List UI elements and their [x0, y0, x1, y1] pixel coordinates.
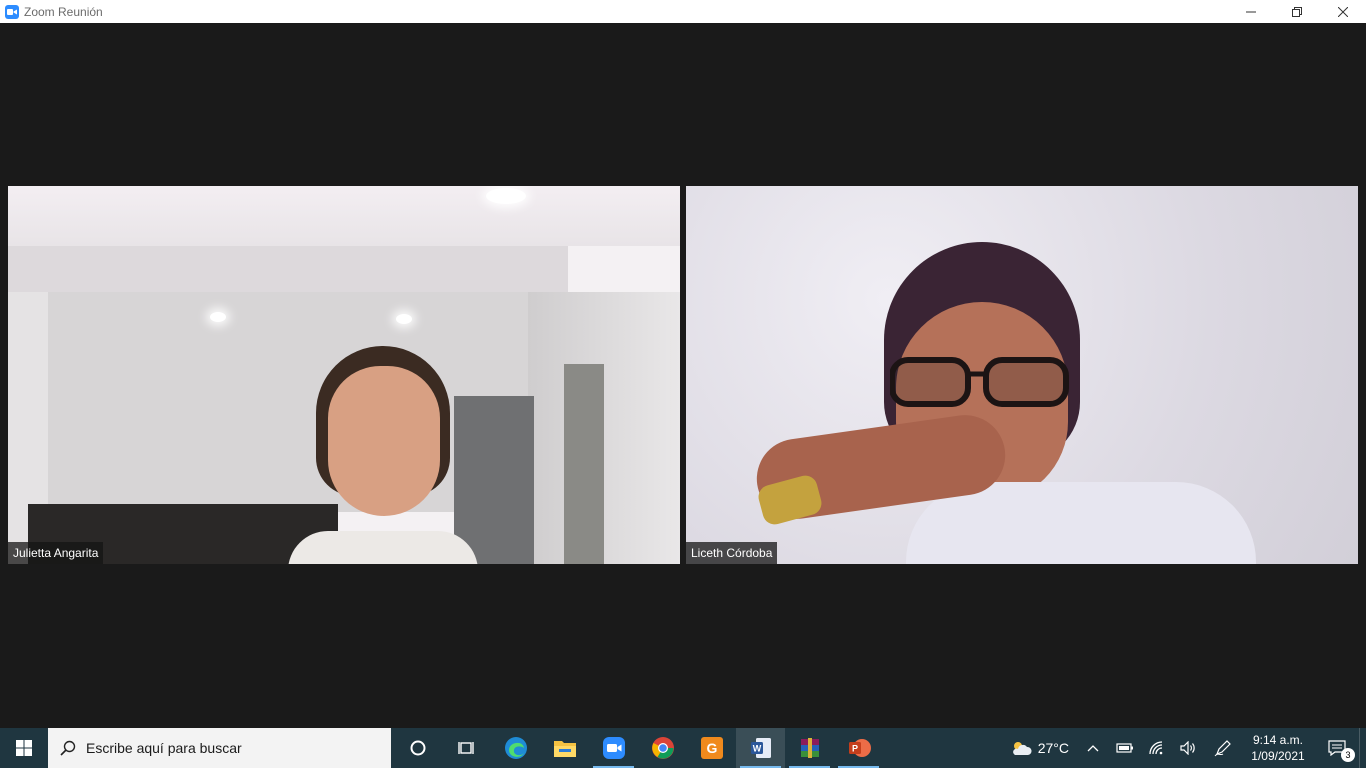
participant-name-tag: Liceth Córdoba	[686, 542, 778, 564]
pdf-app-icon: G	[700, 737, 723, 759]
powerpoint-button[interactable]: P	[834, 728, 883, 768]
minimize-icon	[1246, 11, 1256, 12]
battery-button[interactable]	[1109, 728, 1141, 768]
pen-icon	[1214, 740, 1231, 757]
battery-icon	[1116, 743, 1133, 753]
clock-date: 1/09/2021	[1251, 749, 1305, 763]
chrome-button[interactable]	[638, 728, 687, 768]
svg-text:G: G	[706, 740, 717, 756]
volume-icon	[1180, 741, 1195, 755]
show-hidden-icons-button[interactable]	[1077, 728, 1109, 768]
chrome-icon	[651, 737, 674, 759]
pen-workspace-button[interactable]	[1205, 728, 1241, 768]
edge-icon	[504, 737, 527, 759]
taskbar-search-box[interactable]: Escribe aquí para buscar	[48, 728, 391, 768]
temperature-label: 27°C	[1037, 740, 1069, 756]
search-icon	[60, 740, 76, 756]
participant-name-tag: Julietta Angarita	[8, 542, 104, 564]
zoom-app-icon	[5, 4, 19, 19]
search-placeholder: Escribe aquí para buscar	[86, 740, 242, 756]
zoom-icon	[602, 737, 625, 759]
cortana-icon	[410, 740, 425, 756]
participant-video-tile[interactable]: Liceth Córdoba	[686, 186, 1358, 564]
word-icon: W	[750, 738, 771, 758]
volume-button[interactable]	[1173, 728, 1205, 768]
close-button[interactable]	[1320, 0, 1366, 23]
restore-button[interactable]	[1274, 0, 1320, 23]
clock-time: 9:14 a.m.	[1252, 733, 1304, 747]
participant-video-tile[interactable]: Julietta Angarita	[8, 186, 680, 564]
pdf-app-button[interactable]: G	[687, 728, 736, 768]
edge-button[interactable]	[491, 728, 540, 768]
svg-text:W: W	[752, 744, 761, 754]
system-tray: 27°C 9:14 a.m. 1/09/2021 3	[1002, 728, 1366, 768]
title-bar: Zoom Reunión	[0, 0, 1366, 23]
window-title: Zoom Reunión	[24, 4, 103, 19]
start-button[interactable]	[0, 728, 48, 768]
chevron-up-icon	[1087, 745, 1099, 752]
word-button[interactable]: W	[736, 728, 785, 768]
powerpoint-icon: P	[848, 739, 871, 757]
weather-widget[interactable]: 27°C	[1002, 728, 1077, 768]
minimize-button[interactable]	[1228, 0, 1274, 23]
action-center-button[interactable]: 3	[1315, 728, 1359, 768]
svg-text:P: P	[851, 744, 857, 754]
cortana-button[interactable]	[393, 728, 442, 768]
clock[interactable]: 9:14 a.m. 1/09/2021	[1241, 728, 1315, 768]
meeting-gallery: Julietta Angarita Liceth Córdoba	[0, 23, 1366, 728]
file-explorer-button[interactable]	[540, 728, 589, 768]
notification-count-badge: 3	[1341, 748, 1355, 762]
wifi-button[interactable]	[1141, 728, 1173, 768]
taskbar: Escribe aquí para buscar G W P 27°C 9:14…	[0, 728, 1366, 768]
close-icon	[1338, 6, 1348, 17]
wifi-icon	[1149, 741, 1163, 755]
show-desktop-button[interactable]	[1359, 728, 1366, 768]
cloud-sun-icon	[1012, 742, 1032, 755]
participant-video-feed	[686, 186, 1358, 564]
winrar-icon	[800, 738, 819, 758]
task-view-button[interactable]	[442, 728, 491, 768]
zoom-taskbar-button[interactable]	[589, 728, 638, 768]
file-explorer-icon	[553, 741, 576, 757]
restore-icon	[1292, 6, 1302, 17]
task-view-icon	[457, 742, 474, 754]
winrar-button[interactable]	[785, 728, 834, 768]
window-controls	[1228, 0, 1366, 23]
windows-logo-icon	[16, 740, 32, 756]
participant-video-feed	[8, 186, 680, 564]
